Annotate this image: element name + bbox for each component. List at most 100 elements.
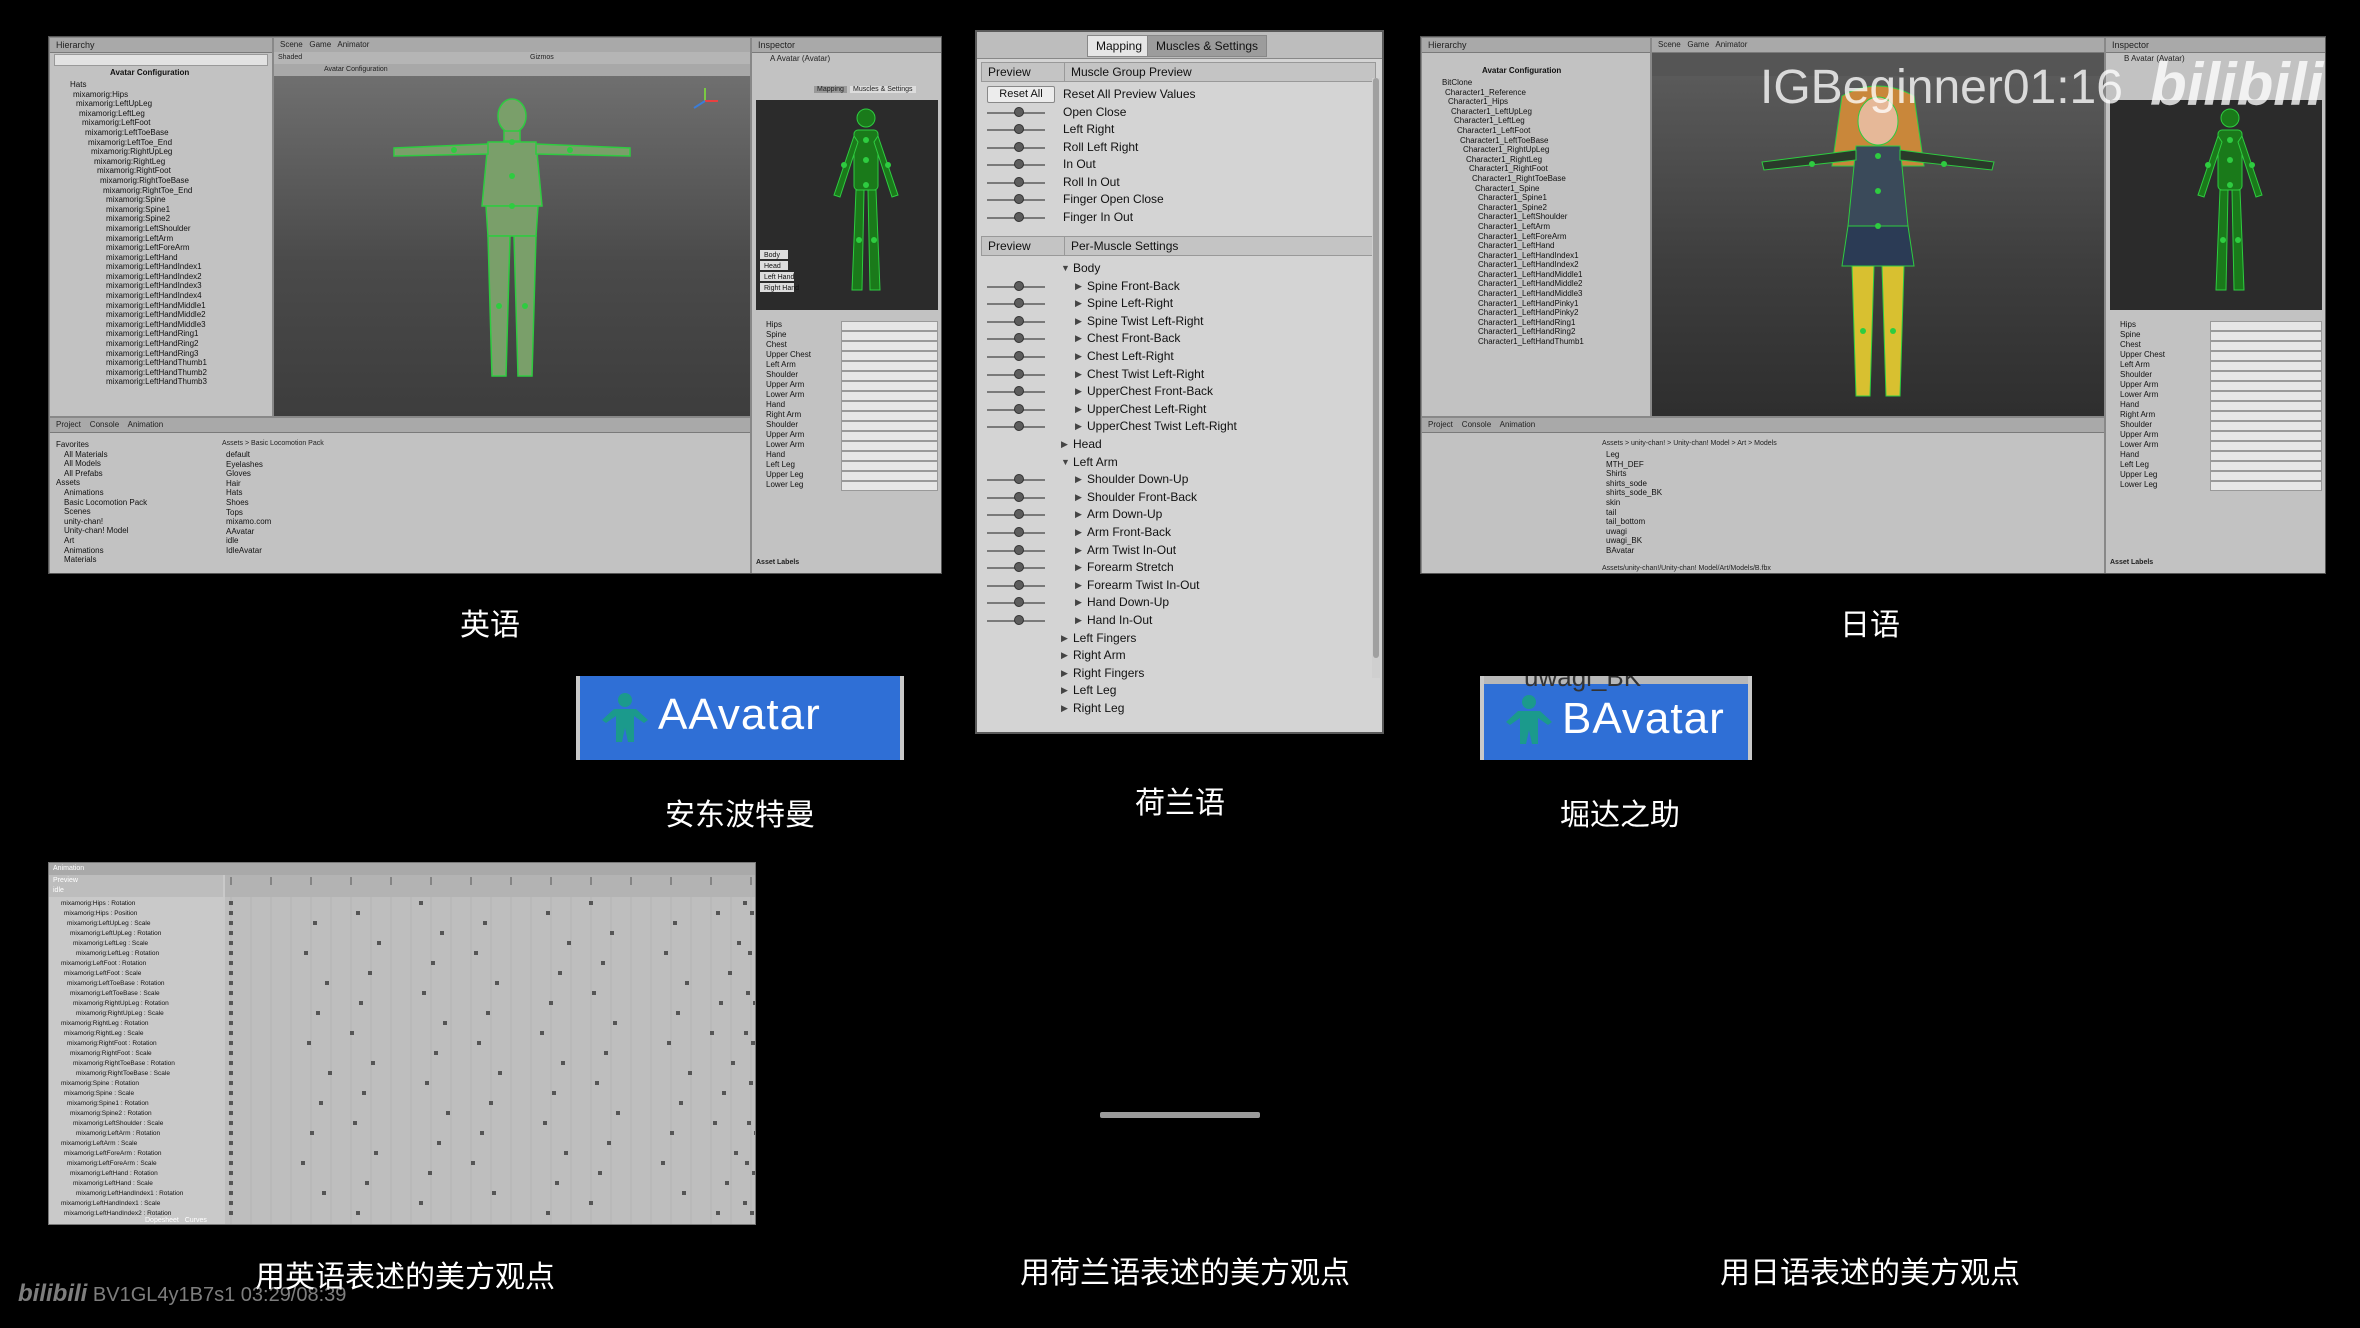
per-muscle-row[interactable]: ▶ Arm Twist In-Out bbox=[981, 542, 1376, 559]
keyframe-marker[interactable] bbox=[616, 1111, 620, 1115]
keyframe-marker[interactable] bbox=[486, 1011, 490, 1015]
hierarchy-item[interactable]: mixamorig:LeftHandMiddle2 bbox=[70, 310, 207, 320]
bone-row[interactable]: Lower Leg bbox=[756, 480, 938, 491]
keyframe-marker[interactable] bbox=[371, 1061, 375, 1065]
project-folder[interactable]: Scenes bbox=[56, 507, 147, 517]
hierarchy-item[interactable]: Character1_LeftHandRing2 bbox=[1442, 327, 1584, 337]
project-file[interactable]: Tops bbox=[226, 508, 271, 518]
animation-track[interactable]: mixamorig:RightUpLeg : Rotation bbox=[53, 999, 223, 1009]
keyframe-marker[interactable] bbox=[229, 1131, 233, 1135]
hierarchy-item[interactable]: Character1_LeftArm bbox=[1442, 222, 1584, 232]
slider-knob[interactable] bbox=[1014, 491, 1024, 502]
bone-row[interactable]: Left Arm bbox=[756, 360, 938, 371]
bone-row[interactable]: Right Arm bbox=[2110, 410, 2322, 421]
keyframe-marker[interactable] bbox=[316, 1011, 320, 1015]
keyframe-marker[interactable] bbox=[310, 1131, 314, 1135]
tab-muscles-settings[interactable]: Muscles & Settings bbox=[1147, 35, 1268, 57]
keyframe-marker[interactable] bbox=[751, 1041, 755, 1045]
preview-toggle[interactable]: Preview bbox=[53, 877, 78, 884]
project-file[interactable]: tail_bottom bbox=[1606, 517, 1662, 527]
project-folder[interactable]: All Prefabs bbox=[56, 469, 147, 479]
keyframe-marker[interactable] bbox=[229, 1051, 233, 1055]
per-muscle-row[interactable]: ▼ Left Arm bbox=[981, 454, 1376, 471]
hierarchy-item[interactable]: mixamorig:RightFoot bbox=[70, 166, 207, 176]
animation-track[interactable]: mixamorig:Hips : Position bbox=[53, 909, 223, 919]
bone-row[interactable]: Shoulder bbox=[756, 420, 938, 431]
tab-mapping[interactable]: Mapping bbox=[1087, 35, 1152, 57]
keyframe-marker[interactable] bbox=[229, 1071, 233, 1075]
keyframe-marker[interactable] bbox=[229, 1021, 233, 1025]
bone-row[interactable]: Lower Arm bbox=[2110, 440, 2322, 451]
collapsed-triangle-icon[interactable]: ▶ bbox=[1061, 665, 1068, 682]
collapsed-triangle-icon[interactable]: ▶ bbox=[1061, 647, 1068, 664]
keyframe-marker[interactable] bbox=[598, 1171, 602, 1175]
scene-view-right[interactable] bbox=[1652, 76, 2104, 416]
slider-knob[interactable] bbox=[1014, 333, 1024, 344]
tab-scene-right[interactable]: Scene bbox=[1658, 40, 1681, 49]
keyframe-marker[interactable] bbox=[440, 931, 444, 935]
collapsed-triangle-icon[interactable]: ▶ bbox=[1075, 524, 1082, 541]
inspector-tab[interactable]: Inspector bbox=[752, 38, 941, 53]
hierarchy-item[interactable]: mixamorig:LeftHandMiddle1 bbox=[70, 301, 207, 311]
tab-animation-right[interactable]: Animation bbox=[1500, 420, 1536, 429]
project-folder[interactable]: Materials bbox=[56, 555, 147, 565]
animation-track[interactable]: mixamorig:LeftToeBase : Rotation bbox=[53, 979, 223, 989]
collapsed-triangle-icon[interactable]: ▶ bbox=[1075, 383, 1082, 400]
keyframe-marker[interactable] bbox=[319, 1101, 323, 1105]
slider-knob[interactable] bbox=[1014, 474, 1024, 485]
slider-knob[interactable] bbox=[1014, 159, 1024, 169]
hierarchy-item[interactable]: mixamorig:LeftFoot bbox=[70, 118, 207, 128]
bone-row[interactable]: Lower Arm bbox=[756, 440, 938, 451]
video-scrub-bar[interactable] bbox=[1100, 1112, 1260, 1118]
project-file[interactable]: mixamo.com bbox=[226, 517, 271, 527]
animation-track[interactable]: mixamorig:LeftFoot : Scale bbox=[53, 969, 223, 979]
keyframe-marker[interactable] bbox=[722, 1091, 726, 1095]
keyframe-marker[interactable] bbox=[595, 1081, 599, 1085]
keyframe-marker[interactable] bbox=[752, 1171, 755, 1175]
slider-knob[interactable] bbox=[1014, 211, 1024, 222]
keyframe-marker[interactable] bbox=[474, 951, 478, 955]
hierarchy-item[interactable]: mixamorig:LeftShoulder bbox=[70, 224, 207, 234]
hierarchy-item[interactable]: mixamorig:LeftForeArm bbox=[70, 243, 207, 253]
keyframe-marker[interactable] bbox=[431, 961, 435, 965]
hierarchy-item[interactable]: mixamorig:LeftHandThumb3 bbox=[70, 377, 207, 387]
keyframe-marker[interactable] bbox=[492, 1191, 496, 1195]
collapsed-triangle-icon[interactable]: ▶ bbox=[1075, 489, 1082, 506]
keyframe-marker[interactable] bbox=[688, 1071, 692, 1075]
animation-track[interactable]: mixamorig:LeftArm : Scale bbox=[53, 1139, 223, 1149]
keyframe-marker[interactable] bbox=[229, 1121, 233, 1125]
hierarchy-item[interactable]: Character1_LeftHandPinky1 bbox=[1442, 299, 1584, 309]
keyframe-marker[interactable] bbox=[368, 971, 372, 975]
project-file[interactable]: Shirts bbox=[1606, 469, 1662, 479]
slider-knob[interactable] bbox=[1014, 106, 1024, 117]
project-folder[interactable]: Unity-chan! Model bbox=[56, 526, 147, 536]
mapping-mini-tab[interactable]: Mapping bbox=[814, 86, 847, 93]
animation-track[interactable]: mixamorig:RightToeBase : Scale bbox=[53, 1069, 223, 1079]
slider-knob[interactable] bbox=[1014, 544, 1024, 555]
project-file[interactable]: Shoes bbox=[226, 498, 271, 508]
keyframe-marker[interactable] bbox=[307, 1041, 311, 1045]
animation-track[interactable]: mixamorig:LeftForeArm : Scale bbox=[53, 1159, 223, 1169]
per-muscle-row[interactable]: ▶ Chest Front-Back bbox=[981, 330, 1376, 347]
project-file[interactable]: shirts_sode_BK bbox=[1606, 488, 1662, 498]
collapsed-triangle-icon[interactable]: ▶ bbox=[1075, 542, 1082, 559]
per-muscle-row[interactable]: ▶ Right Arm bbox=[981, 647, 1376, 664]
animation-tab[interactable]: Animation bbox=[49, 863, 755, 875]
animation-track[interactable]: mixamorig:LeftFoot : Rotation bbox=[53, 959, 223, 969]
slider-knob[interactable] bbox=[1014, 368, 1024, 379]
hierarchy-item[interactable]: Character1_LeftToeBase bbox=[1442, 136, 1584, 146]
hierarchy-item[interactable]: mixamorig:Spine bbox=[70, 195, 207, 205]
project-file[interactable]: IdleAvatar bbox=[226, 546, 271, 556]
scene-gizmo-icon[interactable] bbox=[690, 86, 720, 116]
animation-track[interactable]: mixamorig:Spine2 : Rotation bbox=[53, 1109, 223, 1119]
bone-row[interactable]: Lower Arm bbox=[756, 390, 938, 401]
hierarchy-item[interactable]: mixamorig:LeftHandIndex1 bbox=[70, 262, 207, 272]
project-file[interactable]: skin bbox=[1606, 498, 1662, 508]
keyframe-marker[interactable] bbox=[661, 1161, 665, 1165]
keyframe-marker[interactable] bbox=[483, 921, 487, 925]
keyframe-marker[interactable] bbox=[754, 1131, 755, 1135]
animation-track[interactable]: mixamorig:Spine : Rotation bbox=[53, 1079, 223, 1089]
per-muscle-row[interactable]: ▶ Chest Twist Left-Right bbox=[981, 366, 1376, 383]
keyframe-marker[interactable] bbox=[610, 931, 614, 935]
keyframe-marker[interactable] bbox=[546, 911, 550, 915]
